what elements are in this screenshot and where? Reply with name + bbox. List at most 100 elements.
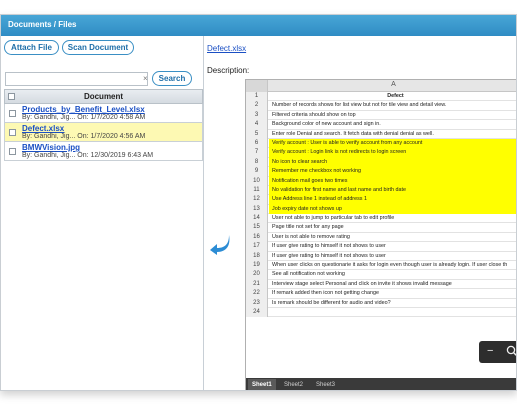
document-table-header: Document — [4, 89, 203, 104]
row-number[interactable]: 5 — [246, 129, 268, 139]
row-number[interactable]: 6 — [246, 138, 268, 149]
sheet-row: 6 Verify account : User is able to verify… — [246, 138, 516, 149]
row-number[interactable]: 13 — [246, 204, 268, 215]
sheet-row: 23 Is remark should be different for audi… — [246, 298, 516, 308]
sheet-row: 24 — [246, 307, 516, 318]
document-row[interactable]: Defect.xlsx By: Gandhi, Jig... On: 1/7/20… — [4, 123, 203, 142]
row-number[interactable]: 24 — [246, 307, 268, 318]
document-list: Products_by_Benefit_Level.xlsx By: Gandhi… — [4, 104, 203, 161]
row-number[interactable]: 4 — [246, 120, 268, 130]
row-number[interactable]: 16 — [246, 232, 268, 243]
document-table: Document Products_by_Benefit_Level.xlsx B… — [4, 89, 203, 161]
sheet-cell[interactable]: If user give rating to himself it not sh… — [269, 252, 516, 261]
sheet-row: 9 Remember me checkbox not working — [246, 167, 516, 177]
curved-arrow-left-icon[interactable] — [209, 232, 233, 256]
sheet-cell[interactable]: Interview stage select Personal and clic… — [269, 280, 516, 289]
sheet-tab-bar: Sheet1 Sheet2 Sheet3 — [246, 378, 516, 390]
sheet-cell[interactable]: Notification mail goes two times — [269, 176, 516, 186]
row-number[interactable]: 9 — [246, 167, 268, 177]
row-number[interactable]: 17 — [246, 242, 268, 252]
row-number[interactable]: 8 — [246, 157, 268, 168]
document-meta: By: Gandhi, Jig... On: 12/30/2019 6:43 A… — [22, 152, 154, 159]
sheet-row: 10 Notification mail goes two times — [246, 176, 516, 186]
row-number[interactable]: 1 — [246, 92, 268, 102]
sheet-row: 7 Verify account : Login link is not redi… — [246, 148, 516, 158]
sheet-cell[interactable]: User not able to jump to particular tab … — [269, 214, 516, 223]
row-number[interactable]: 14 — [246, 214, 268, 224]
row-number[interactable]: 12 — [246, 195, 268, 205]
documents-panel: Attach File Scan Document × Search Docum… — [1, 36, 204, 390]
sheet-row: 20 See all notification not working — [246, 270, 516, 280]
row-number[interactable]: 7 — [246, 148, 268, 158]
spreadsheet-grid: 1 Defect 2 Number of records shows for list… — [246, 92, 516, 318]
row-number[interactable]: 20 — [246, 270, 268, 280]
search-button[interactable]: Search — [152, 71, 192, 86]
document-column-header: Document — [83, 92, 124, 101]
sheet-cell[interactable]: Job expiry date not shows up — [269, 204, 516, 215]
document-meta: By: Gandhi, Jig... On: 1/7/2020 4:58 AM — [22, 114, 146, 121]
sheet-tab[interactable]: Sheet2 — [280, 379, 307, 390]
zoom-controls: − — [479, 341, 517, 363]
sheet-cell[interactable]: No icon to clear search — [269, 157, 516, 168]
scan-document-button[interactable]: Scan Document — [62, 40, 134, 55]
sheet-cell[interactable]: Defect — [269, 92, 516, 101]
row-checkbox[interactable] — [9, 110, 16, 117]
row-number[interactable]: 2 — [246, 101, 268, 111]
row-number[interactable]: 3 — [246, 110, 268, 121]
sheet-cell[interactable]: Enter role Denial and search. It fetch d… — [269, 130, 516, 139]
sheet-cell[interactable]: User is not able to remove rating — [269, 233, 516, 242]
sheet-row: 15 Page title not set for any page — [246, 223, 516, 233]
sheet-cell[interactable]: Filtered criteria should show on top — [269, 111, 516, 120]
row-number[interactable]: 18 — [246, 251, 268, 262]
sheet-cell[interactable]: Number of records shows for list view bu… — [269, 101, 516, 110]
sheet-cell[interactable]: Background color of new account and sign… — [269, 120, 516, 129]
documents-files-window: Documents / Files Attach File Scan Docum… — [0, 14, 517, 391]
document-row[interactable]: Products_by_Benefit_Level.xlsx By: Gandhi… — [4, 104, 203, 123]
row-checkbox[interactable] — [9, 148, 16, 155]
row-number[interactable]: 15 — [246, 223, 268, 233]
sheet-cell[interactable]: Is remark should be different for audio … — [269, 299, 516, 308]
sheet-cell[interactable]: Verify account : User is able to verify … — [269, 138, 516, 149]
file-link[interactable]: Defect.xlsx — [207, 44, 246, 53]
row-checkbox[interactable] — [9, 129, 16, 136]
row-number[interactable]: 11 — [246, 185, 268, 196]
sheet-row: 17 If user give rating to himself it not … — [246, 242, 516, 252]
sheet-tab[interactable]: Sheet3 — [312, 379, 339, 390]
row-number[interactable]: 19 — [246, 261, 268, 271]
magnifier-icon[interactable] — [506, 345, 517, 357]
sheet-cell[interactable]: Remember me checkbox not working — [269, 167, 516, 177]
clear-search-icon[interactable]: × — [143, 74, 148, 83]
select-all-checkbox[interactable] — [8, 93, 15, 100]
sheet-cell[interactable]: If remark added then icon not getting ch… — [269, 289, 516, 298]
sheet-cell[interactable] — [269, 308, 516, 317]
sheet-cell[interactable]: If user give rating to himself it not sh… — [269, 242, 516, 251]
document-meta: By: Gandhi, Jig... On: 1/7/2020 4:56 AM — [22, 133, 146, 140]
sheet-cell[interactable]: When user clicks on questionarie it asks… — [269, 261, 516, 270]
sheet-cell[interactable]: See all notification not working — [269, 270, 516, 279]
spreadsheet-preview: A 1 Defect 2 Number of records shows for li… — [245, 79, 516, 390]
select-all-cell[interactable] — [246, 80, 268, 92]
description-label: Description: — [207, 66, 250, 75]
sheet-row: 5 Enter role Denial and search. It fetch … — [246, 129, 516, 139]
attach-file-button[interactable]: Attach File — [4, 40, 59, 55]
row-number[interactable]: 23 — [246, 298, 268, 308]
sheet-cell[interactable]: Use Address line 1 instead of address 1 — [269, 195, 516, 205]
sheet-row: 12 Use Address line 1 instead of address … — [246, 195, 516, 205]
sheet-row: 3 Filtered criteria should show on top — [246, 110, 516, 121]
sheet-tab[interactable]: Sheet1 — [248, 379, 276, 390]
search-input[interactable] — [5, 72, 148, 86]
document-row[interactable]: BMWVision.jpg By: Gandhi, Jig... On: 12/3… — [4, 142, 203, 161]
zoom-out-button[interactable]: − — [487, 346, 493, 357]
column-a-header[interactable]: A — [268, 81, 516, 88]
document-link[interactable]: BMWVision.jpg — [22, 143, 80, 152]
preview-panel: Defect.xlsx Description: A 1 Defect 2 Numbe… — [205, 36, 517, 390]
column-header-row: A — [246, 80, 516, 92]
row-number[interactable]: 10 — [246, 176, 268, 186]
sheet-cell[interactable]: Verify account : Login link is not redir… — [269, 148, 516, 158]
document-link[interactable]: Products_by_Benefit_Level.xlsx — [22, 105, 145, 114]
row-number[interactable]: 21 — [246, 279, 268, 290]
sheet-cell[interactable]: Page title not set for any page — [269, 223, 516, 232]
document-link[interactable]: Defect.xlsx — [22, 124, 64, 133]
row-number[interactable]: 22 — [246, 289, 268, 299]
sheet-cell[interactable]: No validation for first name and last na… — [269, 185, 516, 196]
